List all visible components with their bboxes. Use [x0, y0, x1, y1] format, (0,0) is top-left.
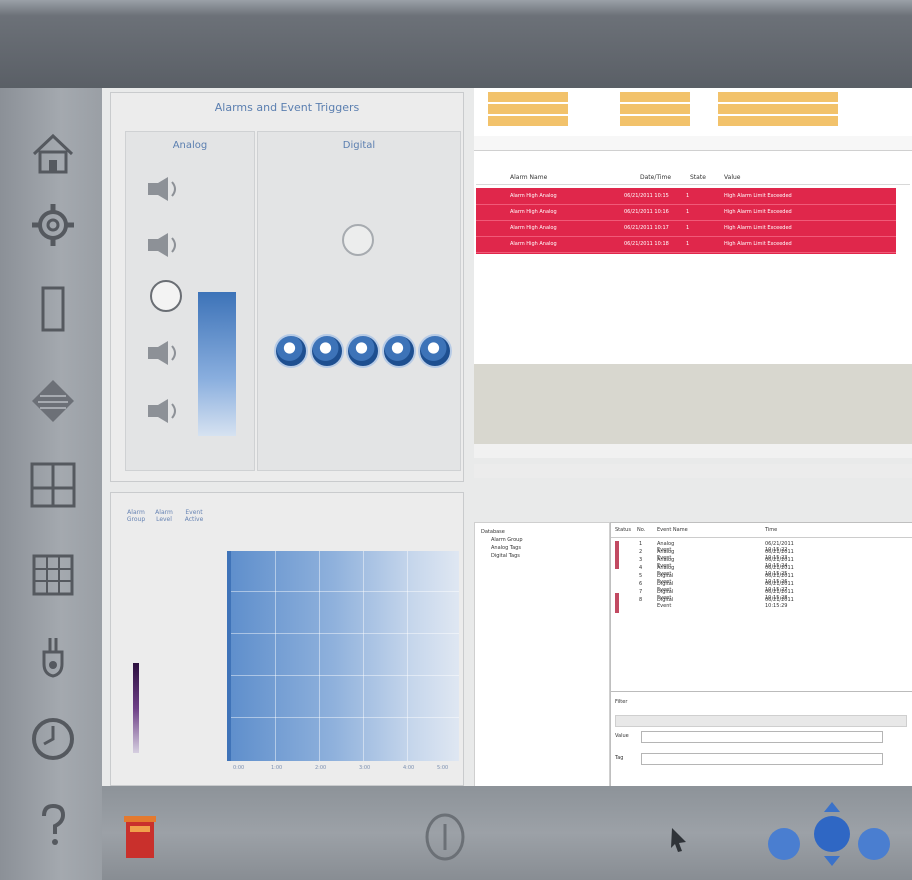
- tree-item[interactable]: Digital Tags: [491, 553, 520, 559]
- grid-header: Status No. Event Name Time: [611, 527, 912, 538]
- status-marker: [615, 593, 619, 613]
- left-nav: [0, 88, 102, 880]
- event-filter-toolbar: [474, 464, 912, 478]
- grid-line: [275, 551, 276, 761]
- alarm-toolbar: [474, 136, 912, 151]
- tree-item[interactable]: Database: [481, 529, 505, 535]
- plot-area: [227, 551, 459, 761]
- column-label: Alarm Level: [155, 509, 173, 523]
- layers-icon[interactable]: [28, 376, 78, 426]
- tag-tree: Database Alarm Group Analog Tags Digital…: [474, 522, 610, 788]
- bottom-taskbar: [102, 786, 912, 880]
- grid-line: [319, 551, 320, 761]
- analog-panel: Analog: [125, 131, 255, 471]
- field-label: Filter: [615, 699, 628, 705]
- divider: [611, 691, 912, 692]
- grid-line: [231, 675, 459, 676]
- digital-input-button[interactable]: [418, 334, 452, 368]
- table-row[interactable]: Alarm High Analog 06/21/2011 10:16 1 Hig…: [476, 204, 896, 221]
- tick-label: 4:00: [403, 765, 415, 771]
- table-row[interactable]: Alarm High Analog 06/21/2011 10:17 1 Hig…: [476, 220, 896, 237]
- analog-level-bar: [198, 292, 236, 436]
- grid-line: [231, 633, 459, 634]
- alarm-trigger-panel: Alarms and Event Triggers Analog Digital: [110, 92, 464, 482]
- tick-label: 3:00: [359, 765, 371, 771]
- panel-title: Alarms and Event Triggers: [214, 101, 360, 114]
- help-icon[interactable]: [28, 800, 78, 850]
- main-content: Alarms and Event Triggers Analog Digital…: [102, 88, 912, 788]
- network-icon[interactable]: [762, 802, 902, 872]
- analog-label: Analog: [172, 140, 208, 151]
- table-row[interactable]: Alarm High Analog 06/21/2011 10:18 1 Hig…: [476, 236, 896, 253]
- gear-icon[interactable]: [28, 200, 78, 250]
- tick-label: 2:00: [315, 765, 327, 771]
- cursor-icon: [671, 828, 686, 852]
- info-icon[interactable]: [422, 812, 468, 862]
- grid-line: [363, 551, 364, 761]
- tick-label: 5:00: [437, 765, 449, 771]
- speaker-icon: [148, 177, 176, 201]
- alarm-table-header: Alarm Name Date/Time State Value: [476, 174, 910, 185]
- alarm-table: Alarm High Analog 06/21/2011 10:15 1 Hig…: [476, 188, 896, 254]
- digital-label: Digital: [342, 140, 376, 151]
- tick-label: 0:00: [233, 765, 245, 771]
- digital-panel: Digital: [257, 131, 461, 471]
- legend-row: [478, 116, 912, 126]
- column-label: Event Active: [184, 509, 204, 523]
- column-label: Alarm Group: [126, 509, 146, 523]
- grid-line: [407, 551, 408, 761]
- filter-bar[interactable]: [615, 715, 907, 727]
- digital-status-indicator: [342, 224, 374, 256]
- status-strip: [474, 364, 912, 444]
- digital-input-button[interactable]: [310, 334, 344, 368]
- digital-input-button[interactable]: [346, 334, 380, 368]
- table-row[interactable]: Alarm High Analog 06/21/2011 10:15 1 Hig…: [476, 188, 896, 205]
- trend-chart-panel: Alarm Group Alarm Level Event Active 0:0…: [110, 492, 464, 786]
- event-grid: Status No. Event Name Time 1 Analog Event…: [610, 522, 912, 788]
- grid-icon[interactable]: [28, 550, 78, 600]
- field-label: Value: [615, 733, 629, 739]
- speaker-icon: [148, 341, 176, 365]
- digital-input-button[interactable]: [382, 334, 416, 368]
- speaker-icon: [148, 399, 176, 423]
- clock-icon[interactable]: [28, 714, 78, 764]
- device-icon[interactable]: [28, 284, 78, 334]
- status-marker: [615, 541, 619, 569]
- home-icon[interactable]: [28, 128, 78, 178]
- event-toolbar: [474, 444, 912, 458]
- title-bar: [0, 0, 912, 88]
- digital-input-button[interactable]: [274, 334, 308, 368]
- tag-field[interactable]: [641, 753, 883, 765]
- tick-label: 1:00: [271, 765, 283, 771]
- dashboard-icon[interactable]: [28, 460, 78, 510]
- tree-item[interactable]: Alarm Group: [491, 537, 523, 543]
- alarm-button[interactable]: [150, 280, 182, 312]
- tree-item[interactable]: Analog Tags: [491, 545, 521, 551]
- legend-row: [478, 92, 912, 102]
- grid-line: [231, 717, 459, 718]
- legend-row: [478, 104, 912, 114]
- level-indicator: [133, 663, 139, 753]
- grid-line: [231, 591, 459, 592]
- value-field[interactable]: [641, 731, 883, 743]
- tools-icon[interactable]: [28, 634, 78, 684]
- trash-icon[interactable]: [118, 810, 162, 862]
- speaker-icon: [148, 233, 176, 257]
- field-label: Tag: [615, 755, 624, 761]
